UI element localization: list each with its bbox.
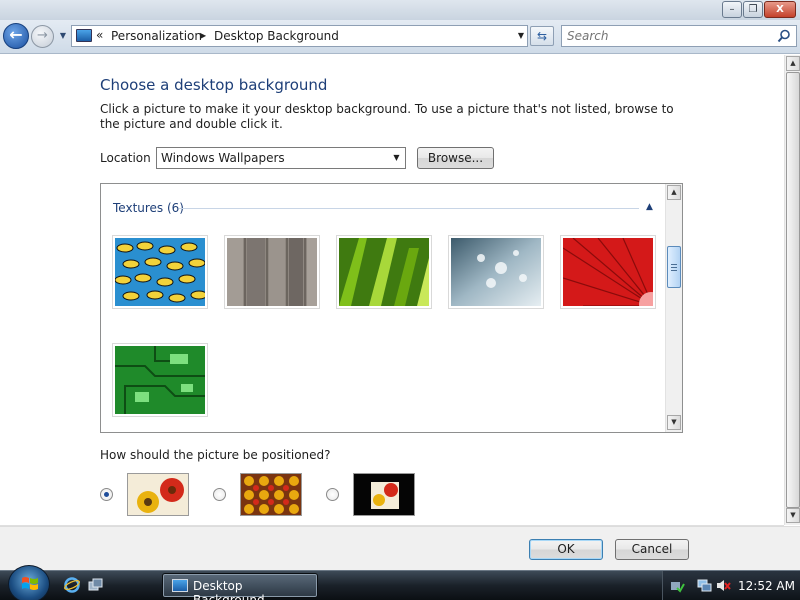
page-scroll-thumb[interactable] <box>786 72 800 508</box>
search-input[interactable] <box>567 29 767 43</box>
taskbar: Desktop Background 12:52 AM <box>0 565 800 600</box>
location-value: Windows Wallpapers <box>161 151 285 165</box>
position-center-preview[interactable] <box>353 473 415 516</box>
refresh-icon: ⇆ <box>536 29 548 43</box>
position-radio-fit[interactable] <box>100 488 113 501</box>
wallpaper-gallery: Textures (6) ▲ ▲ ▼ <box>100 183 683 433</box>
ok-button[interactable]: OK <box>529 539 603 560</box>
scroll-grip <box>671 270 677 271</box>
forward-button[interactable]: → <box>31 25 54 48</box>
position-fit-preview[interactable] <box>127 473 189 516</box>
search-icon[interactable] <box>777 29 791 43</box>
scroll-thumb[interactable] <box>667 246 681 288</box>
address-overflow-chevron[interactable]: « <box>96 28 103 42</box>
wallpaper-thumb-red-flower[interactable] <box>560 235 663 316</box>
control-panel-icon <box>172 579 188 592</box>
location-label: Location <box>100 151 151 165</box>
recent-pages-button[interactable]: ▼ <box>57 31 69 41</box>
wallpaper-thumb-leaves[interactable] <box>336 235 432 309</box>
position-radio-tile[interactable] <box>213 488 226 501</box>
arrow-right-icon: → <box>37 28 48 43</box>
breadcrumb-separator-icon[interactable]: ▶ <box>200 31 206 40</box>
position-question: How should the picture be positioned? <box>100 448 331 462</box>
chevron-down-icon[interactable]: ▼ <box>388 148 405 168</box>
center-preview-image <box>354 474 414 515</box>
leaves-image <box>339 238 429 306</box>
cancel-button[interactable]: Cancel <box>615 539 689 560</box>
chevron-down-icon: ▼ <box>59 31 67 40</box>
main-content: Choose a desktop background Click a pict… <box>0 55 784 526</box>
control-panel-icon <box>76 29 92 42</box>
collapse-group-icon[interactable]: ▲ <box>646 202 653 212</box>
navigation-bar: ← → ▼ « Personalization ▶ Desktop Backgr… <box>0 20 800 54</box>
windows-logo-icon <box>22 577 38 590</box>
circuit-image <box>115 346 205 414</box>
start-button[interactable] <box>8 565 50 600</box>
title-bar: – ❐ X <box>0 0 800 20</box>
breadcrumb-personalization[interactable]: Personalization <box>111 29 202 43</box>
page-title: Choose a desktop background <box>100 76 328 94</box>
close-button[interactable]: X <box>764 1 796 18</box>
address-bar[interactable]: « Personalization ▶ Desktop Background ▼ <box>71 25 528 47</box>
clock[interactable]: 12:52 AM <box>738 579 795 593</box>
page-scroll-down-button[interactable]: ▼ <box>786 508 800 523</box>
arrow-left-icon: ← <box>9 25 23 44</box>
wallpaper-thumb-droplets[interactable] <box>448 235 544 309</box>
system-tray: 12:52 AM <box>662 571 800 600</box>
search-box[interactable] <box>561 25 797 47</box>
wallpaper-thumb-fish[interactable] <box>112 235 208 309</box>
scroll-grip <box>671 267 677 268</box>
droplets-image <box>451 238 541 306</box>
scroll-grip <box>671 264 677 265</box>
taskbar-item-label: Desktop Background <box>193 579 265 600</box>
fish-image <box>114 238 208 306</box>
page-description: Click a picture to make it your desktop … <box>100 102 674 131</box>
position-radio-center[interactable] <box>326 488 339 501</box>
refresh-button[interactable]: ⇆ <box>530 26 554 46</box>
page-scrollbar[interactable]: ▲ ▼ <box>784 55 800 525</box>
internet-explorer-icon[interactable] <box>64 577 80 593</box>
wallpaper-thumb-wood[interactable] <box>224 235 320 309</box>
wood-image <box>227 238 317 306</box>
gallery-scrollbar[interactable]: ▲ ▼ <box>665 184 682 432</box>
tile-preview-image <box>241 474 301 515</box>
breadcrumb-desktop-background[interactable]: Desktop Background <box>214 29 339 43</box>
back-button[interactable]: ← <box>3 23 29 49</box>
taskbar-item-desktop-background[interactable]: Desktop Background <box>162 573 318 600</box>
location-dropdown[interactable]: Windows Wallpapers ▼ <box>156 147 406 169</box>
scroll-down-button[interactable]: ▼ <box>667 415 681 430</box>
address-dropdown-icon[interactable]: ▼ <box>518 31 524 40</box>
position-tile-preview[interactable] <box>240 473 302 516</box>
wallpaper-thumb-circuit[interactable] <box>112 343 208 417</box>
browse-button[interactable]: Browse... <box>417 147 494 169</box>
dialog-footer: OK Cancel <box>0 526 800 570</box>
fit-preview-image <box>128 474 188 515</box>
maximize-button[interactable]: ❐ <box>743 1 763 18</box>
group-header-textures[interactable]: Textures (6) <box>113 201 184 215</box>
switch-windows-icon[interactable] <box>88 577 104 593</box>
group-divider <box>179 208 639 209</box>
minimize-button[interactable]: – <box>722 1 742 18</box>
page-scroll-up-button[interactable]: ▲ <box>786 56 800 71</box>
window-controls: – ❐ X <box>722 1 796 18</box>
network-icon[interactable] <box>697 578 712 593</box>
red-flower-image <box>562 237 663 316</box>
security-check-icon[interactable] <box>670 578 685 593</box>
volume-muted-icon[interactable] <box>716 578 731 593</box>
scroll-up-button[interactable]: ▲ <box>667 185 681 200</box>
